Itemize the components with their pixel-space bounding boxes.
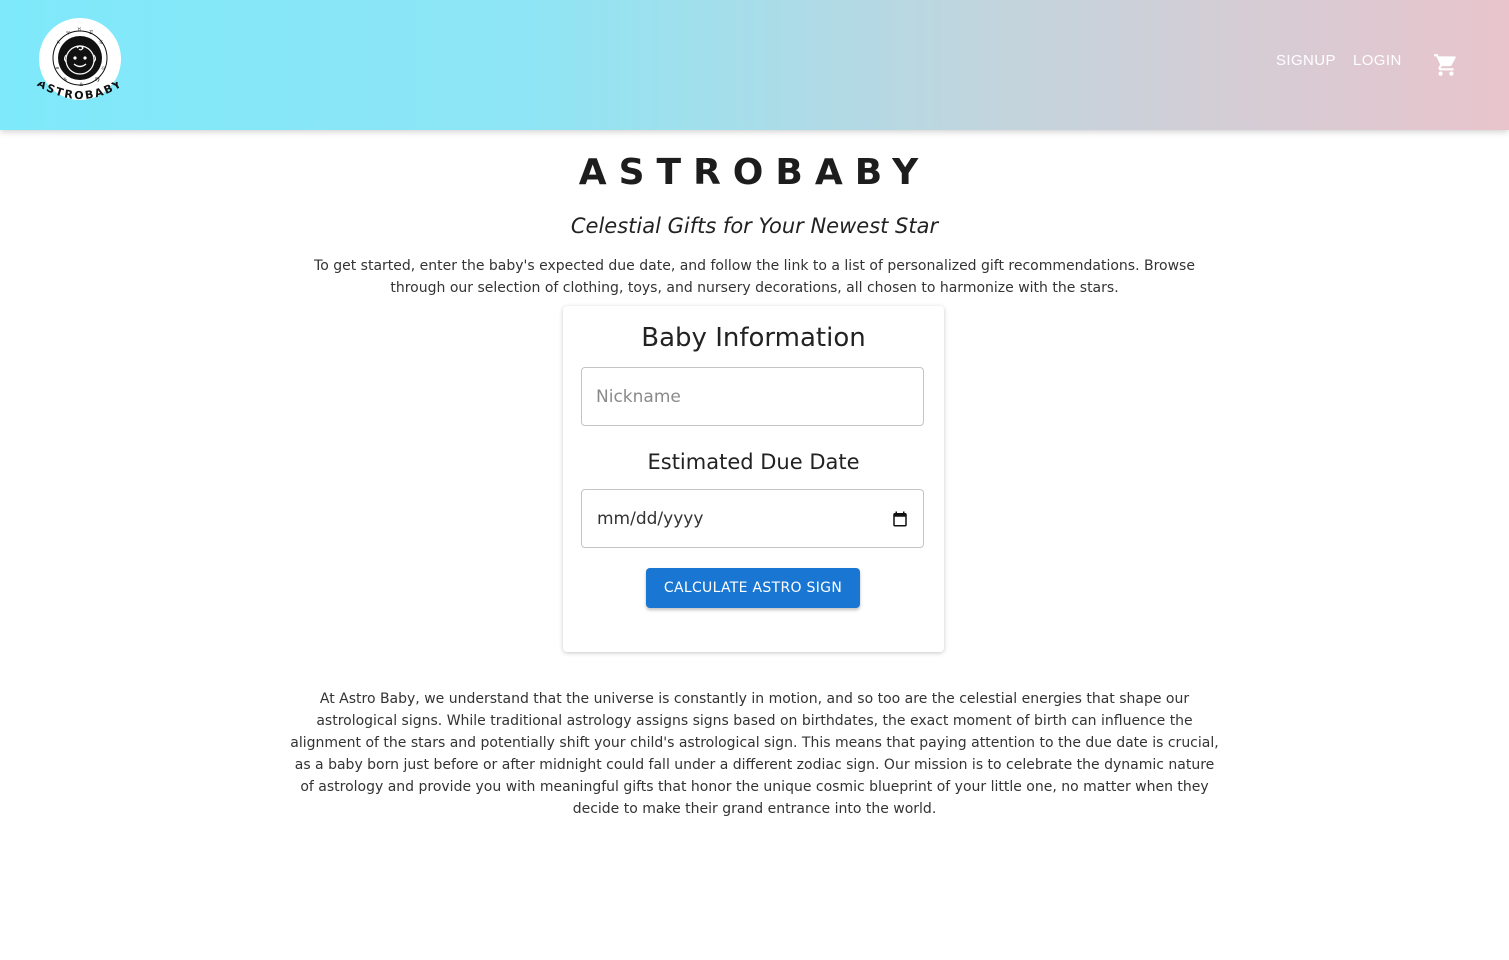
svg-text:♓: ♓ (56, 40, 60, 46)
page-title: ASTROBABY (578, 152, 931, 193)
svg-text:♊: ♊ (89, 30, 94, 36)
calculate-astro-sign-button[interactable]: CALCULATE ASTRO SIGN (646, 568, 860, 608)
card-title: Baby Information (641, 323, 866, 353)
login-link[interactable]: LOGIN (1353, 52, 1402, 69)
due-date-label: Estimated Due Date (647, 450, 860, 474)
logo-wordmark: ASTROBABY (35, 82, 125, 102)
intro-text: To get started, enter the baby's expecte… (314, 258, 1195, 296)
svg-text:♈: ♈ (66, 31, 71, 37)
signup-link[interactable]: SIGNUP (1276, 52, 1336, 69)
svg-text:♌: ♌ (101, 66, 105, 72)
top-app-bar: ♈ ♉ ♊ ♋ ♓ ♒ ♌ ♑ ♍ ♎ ASTROBABY SIGNUP LOG… (0, 0, 1509, 130)
calendar-icon[interactable] (891, 510, 909, 528)
svg-text:♉: ♉ (77, 27, 82, 33)
nickname-field[interactable] (581, 367, 924, 426)
svg-text:ASTROBABY: ASTROBABY (35, 82, 125, 102)
tagline: Celestial Gifts for Your Newest Star (570, 214, 939, 238)
shopping-cart-icon[interactable] (1433, 52, 1459, 78)
svg-text:♒: ♒ (55, 66, 60, 72)
nickname-input[interactable] (596, 368, 896, 425)
about-text: At Astro Baby, we understand that the un… (290, 691, 1219, 817)
astrobaby-logo[interactable]: ♈ ♉ ♊ ♋ ♓ ♒ ♌ ♑ ♍ ♎ ASTROBABY (35, 18, 123, 102)
baby-info-card: Baby Information Estimated Due Date mm/d… (563, 306, 944, 652)
logo-text: ASTROBABY (35, 82, 123, 102)
svg-text:♋: ♋ (99, 40, 103, 46)
due-date-field[interactable]: mm/dd/yyyy (581, 489, 924, 548)
due-date-input[interactable]: mm/dd/yyyy (597, 509, 703, 529)
